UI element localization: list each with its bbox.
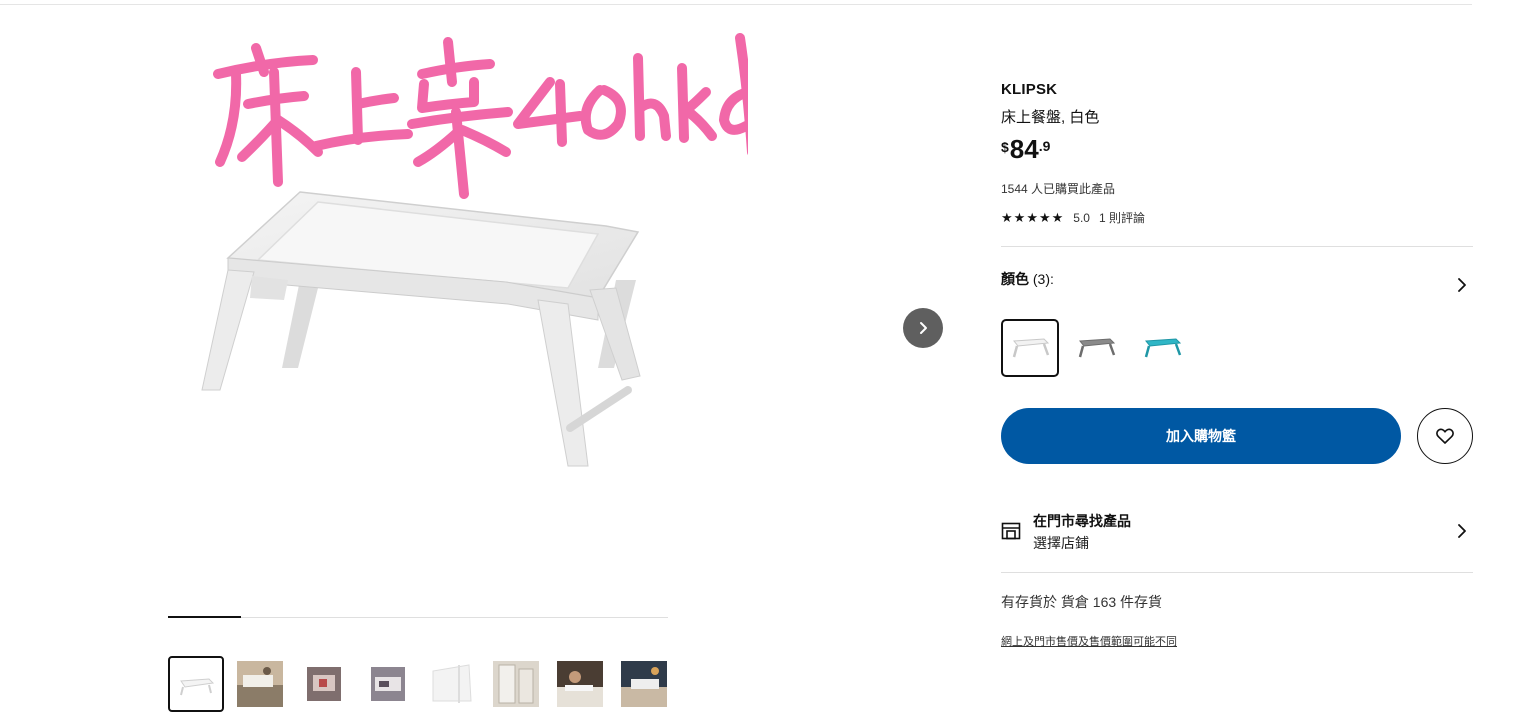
color-swatches <box>1001 319 1191 377</box>
price-decimal: .9 <box>1038 138 1051 154</box>
star-icon: ★ <box>1051 210 1064 225</box>
price-currency: $ <box>1001 139 1009 155</box>
thumbnail-image <box>173 661 219 707</box>
product-name: KLIPSK <box>1001 81 1058 98</box>
thumbnail-image <box>237 661 283 707</box>
thumbnail-6[interactable] <box>488 656 544 712</box>
price-disclaimer-link[interactable]: 網上及門市售價及售價範圍可能不同 <box>1001 633 1177 649</box>
store-title: 在門市尋找產品 <box>1033 513 1131 529</box>
product-price: $ 84 .9 <box>1001 134 1050 165</box>
color-swatch-turquoise[interactable] <box>1133 319 1191 377</box>
rating-row[interactable]: ★ ★ ★ ★ ★ 5.0 1 則評論 <box>1001 209 1145 226</box>
gallery-progress-indicator <box>168 616 241 618</box>
store-subtitle: 選擇店鋪 <box>1033 535 1089 551</box>
thumbnail-4[interactable] <box>360 656 416 712</box>
store-icon <box>1001 522 1021 540</box>
tray-thumbnail-white <box>1012 338 1050 358</box>
star-rating: ★ ★ ★ ★ ★ <box>1001 211 1063 224</box>
product-info-panel: KLIPSK 床上餐盤, 白色 $ 84 .9 1544 人已購買此產品 ★ ★… <box>1001 0 1473 716</box>
review-count: 1 則評論 <box>1098 211 1145 225</box>
thumbnail-image <box>557 661 603 707</box>
star-icon: ★ <box>1013 210 1026 225</box>
product-gallery <box>168 0 948 716</box>
heart-icon <box>1436 428 1454 444</box>
product-description: 床上餐盤, 白色 <box>1001 109 1100 126</box>
handwritten-annotation <box>213 33 748 199</box>
color-label: 顏色 <box>1001 271 1029 287</box>
next-image-button[interactable] <box>903 308 943 348</box>
chevron-right-icon <box>920 322 927 334</box>
find-in-store-row[interactable]: 在門市尋找產品 選擇店鋪 <box>1001 508 1473 554</box>
gallery-progress-track <box>168 617 668 618</box>
thumbnail-image <box>493 661 539 707</box>
tray-thumbnail-turquoise <box>1144 338 1182 358</box>
thumbnail-5[interactable] <box>424 656 480 712</box>
star-icon: ★ <box>1038 210 1051 225</box>
chevron-right-icon[interactable] <box>1455 278 1469 292</box>
star-icon: ★ <box>1026 210 1038 225</box>
thumbnail-7[interactable] <box>552 656 608 712</box>
add-to-cart-button[interactable]: 加入購物籃 <box>1001 408 1401 464</box>
thumbnail-3[interactable] <box>296 656 352 712</box>
rating-score: 5.0 <box>1073 210 1090 225</box>
chevron-right-icon <box>1458 524 1466 538</box>
thumbnail-image <box>621 661 667 707</box>
color-count: (3): <box>1032 271 1054 287</box>
sold-count: 1544 人已購買此產品 <box>1001 182 1116 196</box>
thumbnail-strip <box>168 656 672 712</box>
color-heading[interactable]: 顏色 (3): <box>1001 269 1054 289</box>
star-icon: ★ <box>1001 210 1013 225</box>
thumbnail-1[interactable] <box>168 656 224 712</box>
divider <box>1001 246 1473 247</box>
favourite-button[interactable] <box>1417 408 1473 464</box>
thumbnail-2[interactable] <box>232 656 288 712</box>
stock-status: 有存貨於 貨倉 163 件存貨 <box>1001 594 1163 610</box>
thumbnail-image <box>371 667 405 701</box>
thumbnail-8[interactable] <box>616 656 672 712</box>
price-integer: 84 <box>1009 134 1039 164</box>
thumbnail-image <box>307 667 341 701</box>
color-swatch-white[interactable] <box>1001 319 1059 377</box>
thumbnail-image <box>429 661 475 707</box>
tray-thumbnail-grey <box>1078 338 1116 358</box>
product-main-image <box>201 191 641 467</box>
color-swatch-grey[interactable] <box>1067 319 1125 377</box>
divider <box>1001 572 1473 573</box>
